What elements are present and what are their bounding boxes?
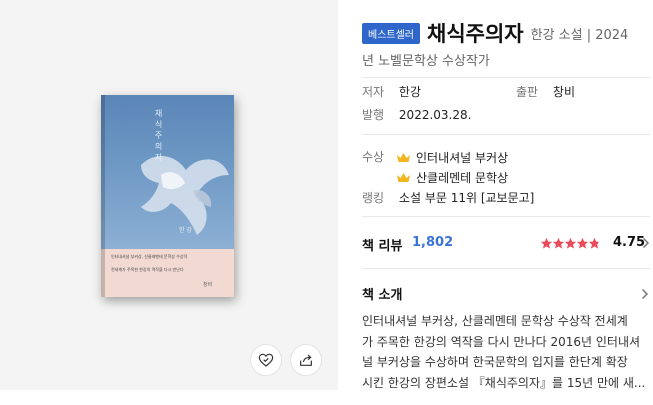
wishlist-button[interactable] — [250, 344, 282, 376]
publisher-row: 출판 창비 — [516, 83, 575, 100]
rating-value: 4.75 — [613, 235, 646, 250]
chevron-right-icon[interactable] — [642, 237, 650, 249]
divider — [362, 77, 650, 78]
divider — [362, 134, 650, 135]
cover-blurb-2: 전세계가 주목한 한강의 역작을 다시 만난다 — [111, 267, 184, 272]
crown-icon — [397, 173, 410, 182]
bestseller-badge: 베스트셀러 — [362, 22, 420, 44]
cover-lower-band: 인터내셔널 부커상, 산클레멘테 문학상 수상작 전세계가 주목한 한강의 역작… — [101, 249, 234, 297]
publisher-value[interactable]: 창비 — [553, 85, 575, 99]
award-name: 산클레멘테 문학상 — [416, 171, 509, 185]
divider — [362, 216, 650, 217]
cover-author: 한 강 — [179, 227, 192, 234]
ranking-value[interactable]: 소설 부문 11위 [교보문고] — [399, 191, 534, 205]
award-name: 인터내셔널 부커상 — [416, 151, 509, 165]
book-cover-image[interactable]: 채식주의자 한 강 인터내셔널 부커상, 산클레멘테 문학상 수상작 전세계가 … — [101, 95, 234, 297]
author-label: 저자 — [362, 85, 385, 99]
date-value: 2022.03.28. — [398, 108, 472, 122]
publisher-label: 출판 — [516, 85, 539, 99]
share-icon — [300, 354, 312, 366]
share-button[interactable] — [290, 344, 322, 376]
cover-flower-illustration — [141, 155, 229, 235]
book-title: 채식주의자 — [427, 22, 524, 46]
date-row: 발행 2022.03.28. — [362, 106, 471, 123]
author-value[interactable]: 한강 — [399, 85, 421, 99]
author-row: 저자 한강 — [362, 83, 421, 100]
date-label: 발행 — [362, 108, 385, 122]
chevron-right-icon[interactable] — [641, 288, 649, 300]
crown-icon — [397, 153, 410, 162]
cover-title: 채식주의자 — [154, 109, 163, 164]
award-item: 인터내셔널 부커상 — [396, 149, 508, 166]
ranking-label: 랭킹 — [362, 191, 385, 205]
review-count: 1,802 — [412, 235, 454, 250]
intro-heading[interactable]: 책 소개 — [362, 284, 402, 303]
cover-artwork: 채식주의자 한 강 — [101, 95, 234, 249]
awards-label: 수상 — [362, 150, 385, 164]
divider — [362, 268, 650, 269]
star-icon — [588, 237, 601, 249]
review-label: 책 리뷰 — [362, 239, 403, 254]
intro-text: 인터내셔널 부커상, 산클레멘테 문학상 수상작 전세계 가 주목한 한강의 역… — [362, 314, 646, 390]
cover-panel: 채식주의자 한 강 인터내셔널 부커상, 산클레멘테 문학상 수상작 전세계가 … — [0, 0, 338, 390]
heart-check-icon — [258, 353, 274, 367]
star-rating — [540, 237, 601, 250]
book-info-panel: 베스트셀러 채식주의자 한강 소설 | 2024 년 노벨문학상 수상작가 저자… — [362, 0, 653, 405]
review-row[interactable]: 책 리뷰 1,802 4.75 — [362, 235, 650, 255]
ranking-row: 랭킹 소설 부문 11위 [교보문고] — [362, 189, 534, 206]
book-subtitle: 한강 소설 | 2024 — [530, 27, 629, 43]
cover-publisher: 창비 — [203, 282, 213, 288]
award-item: 산클레멘테 문학상 — [396, 169, 508, 186]
title-row: 베스트셀러 채식주의자 한강 소설 | 2024 — [362, 18, 628, 48]
cover-blurb-1: 인터내셔널 부커상, 산클레멘테 문학상 수상작 — [111, 254, 188, 259]
book-spine — [101, 95, 105, 297]
book-subtitle-continued: 년 노벨문학상 수상작가 — [362, 54, 490, 69]
